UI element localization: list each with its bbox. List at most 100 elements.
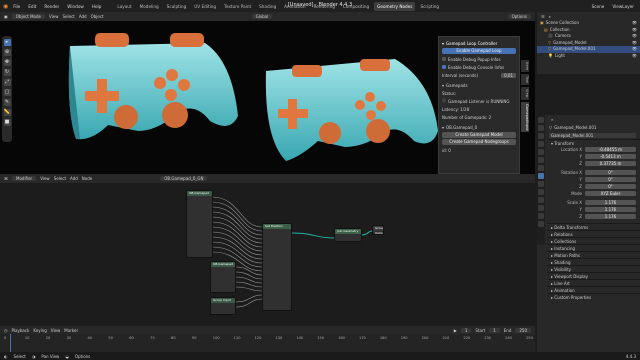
render-tab-icon[interactable]	[538, 125, 544, 131]
view-layer-tab-icon[interactable]	[538, 141, 544, 147]
join-geometry-node[interactable]: Join Geometry	[334, 228, 362, 242]
tab-compositing[interactable]: Compositing	[340, 2, 372, 11]
visibility-eye-icon[interactable]: 👁	[632, 53, 637, 60]
playhead[interactable]	[10, 334, 11, 352]
editor-type-icon[interactable]: ▣	[4, 14, 8, 19]
debug-popup-checkbox[interactable]: Enable Debug Popup Infos	[442, 55, 516, 63]
gamepad-input-node-2[interactable]: OB.Gamepad	[210, 261, 236, 293]
add-cube-icon[interactable]: ■	[3, 119, 11, 126]
gamepads-section[interactable]: ▾ Gamepads	[442, 81, 516, 89]
group-input-node[interactable]: Group Input	[210, 297, 236, 315]
object-name-row[interactable]: ▽ Gamepad_Model.001	[547, 123, 640, 131]
tab-rendering[interactable]: Rendering	[311, 2, 338, 11]
collection-tab-icon[interactable]	[538, 165, 544, 171]
search-icon[interactable]: ⌕	[549, 14, 551, 19]
property-section-header[interactable]: ▸ Instancing	[547, 244, 640, 251]
tab-layout[interactable]: Layout	[114, 2, 134, 11]
rotation-z-field[interactable]: Z 0°	[547, 183, 640, 190]
tab-modeling[interactable]: Modeling	[137, 2, 162, 11]
group-output-node[interactable]: Group Output	[372, 225, 384, 235]
menu-edit[interactable]: Edit	[25, 3, 39, 10]
timeline-menu-keying[interactable]: Keying	[33, 328, 46, 333]
node-editor-canvas[interactable]: OB.Gamepad OB.Gamepad Group Input Set Po…	[0, 183, 535, 324]
start-frame-field[interactable]: 1	[489, 327, 500, 333]
rotate-icon[interactable]: ↻	[3, 69, 11, 76]
gamepad-0-section[interactable]: ▾ OB.Gamepad_0	[442, 123, 516, 131]
sidebar-tab-item[interactable]: Item	[521, 60, 529, 73]
blender-logo-icon[interactable]: ◉	[3, 3, 8, 10]
viewport-menu-add[interactable]: Add	[79, 14, 87, 19]
node-menu-select[interactable]: Select	[54, 176, 66, 181]
particles-tab-icon[interactable]	[538, 189, 544, 195]
viewport-menu-view[interactable]: View	[49, 14, 59, 19]
menu-window[interactable]: Window	[64, 3, 87, 10]
property-section-header[interactable]: ▸ Motion Paths	[547, 251, 640, 258]
transform-icon[interactable]: ▢	[3, 89, 11, 96]
scale-z-field[interactable]: Z 1.176	[547, 213, 640, 220]
gamepad-input-node[interactable]: OB.Gamepad	[186, 190, 213, 258]
scale-x-field[interactable]: Scale X 1.176	[547, 199, 640, 206]
mode-dropdown[interactable]: Object Mode	[11, 14, 45, 19]
object-name-field[interactable]: Gamepad_Model.001	[547, 131, 640, 139]
sidebar-tab-gamepad[interactable]: GamepadInput	[521, 101, 529, 133]
scene-tab-icon[interactable]	[538, 149, 544, 155]
node-menu-add[interactable]: Add	[70, 176, 78, 181]
location-z-field[interactable]: Z 0.37735 m	[547, 160, 640, 167]
scene-selector[interactable]: Scene	[589, 3, 608, 10]
transform-panel-header[interactable]: ▾ Transform	[547, 139, 640, 146]
node-group-dropdown[interactable]: OB.Gamepad_0_GN	[160, 176, 208, 181]
tab-uv-editing[interactable]: UV Editing	[191, 2, 219, 11]
tab-sculpting[interactable]: Sculpting	[164, 2, 190, 11]
rotation-y-field[interactable]: Y 0°	[547, 176, 640, 183]
property-section-header[interactable]: ▸ Visibility	[547, 265, 640, 272]
property-section-header[interactable]: ▸ Viewport Display	[547, 272, 640, 279]
world-tab-icon[interactable]	[538, 157, 544, 163]
property-section-header[interactable]: ▸ Delta Transforms	[547, 223, 640, 230]
set-position-node[interactable]: Set Position	[262, 223, 292, 311]
move-icon[interactable]: ✥	[3, 59, 11, 66]
debug-console-checkbox[interactable]: Enable Debug Console Infos	[442, 63, 516, 71]
node-menu-node[interactable]: Node	[82, 176, 92, 181]
play-button-icon[interactable]: ▶	[454, 328, 457, 333]
property-section-header[interactable]: ▸ Animation	[547, 286, 640, 293]
data-tab-icon[interactable]	[538, 213, 544, 219]
timeline-menu-playback[interactable]: Playback	[12, 328, 30, 333]
menu-render[interactable]: Render	[41, 3, 62, 10]
constraints-tab-icon[interactable]	[538, 205, 544, 211]
material-tab-icon[interactable]	[538, 221, 544, 227]
property-section-header[interactable]: ▸ Relations	[547, 230, 640, 237]
sidebar-tab-tool[interactable]: Tool	[521, 74, 529, 86]
outliner-icon[interactable]: ☰	[541, 14, 545, 19]
output-tab-icon[interactable]	[538, 133, 544, 139]
node-editor-icon[interactable]: ⌘	[4, 176, 8, 181]
rotation-x-field[interactable]: Rotation X 0°	[547, 169, 640, 176]
location-y-field[interactable]: Y -0.5413 m	[547, 153, 640, 160]
measure-icon[interactable]: 📏	[3, 109, 11, 116]
create-gamepad-model-button[interactable]: Create Gamepad Model	[442, 132, 516, 138]
interval-field[interactable]: Interval (seconds) 0.01	[442, 71, 516, 79]
viewport-menu-select[interactable]: Select	[62, 14, 74, 19]
tab-geometry-nodes[interactable]: Geometry Nodes	[374, 1, 416, 11]
select-box-icon[interactable]: ▸	[3, 39, 11, 46]
property-section-header[interactable]: ▸ Custom Properties	[547, 293, 640, 300]
clock-icon[interactable]: ◷	[4, 328, 8, 333]
enable-gamepad-loop-button[interactable]: Enable Gamepad Loop	[442, 48, 516, 54]
modifier-tab-icon[interactable]	[538, 181, 544, 187]
property-section-header[interactable]: ▸ Line Art	[547, 279, 640, 286]
node-menu-view[interactable]: View	[40, 176, 50, 181]
node-editor-type-dropdown[interactable]: Modifier	[12, 176, 37, 181]
timeline-ruler[interactable]: 0 10 20 30 40 50 60 70 80 90 100 110 120 130 140 150 160…	[0, 334, 535, 352]
menu-file[interactable]: File	[10, 3, 23, 10]
scale-y-field[interactable]: Y 1.176	[547, 206, 640, 213]
tool-tab-icon[interactable]	[538, 117, 544, 123]
object-tab-icon[interactable]	[538, 173, 544, 179]
property-section-header[interactable]: ▸ Shading	[547, 258, 640, 265]
viewport-menu-object[interactable]: Object	[91, 14, 104, 19]
physics-tab-icon[interactable]	[538, 197, 544, 203]
outliner-item[interactable]: 💡 Light 👁	[537, 53, 640, 60]
timeline-menu-marker[interactable]: Marker	[64, 328, 78, 333]
scale-icon[interactable]: ⤢	[3, 79, 11, 86]
timeline[interactable]: ◷ Playback Keying View Marker ▶ 1 Start …	[0, 326, 535, 352]
sidebar-tab-view[interactable]: View	[521, 87, 529, 100]
loop-controller-header[interactable]: ▾ Gamepad Loop Controller	[442, 39, 516, 47]
